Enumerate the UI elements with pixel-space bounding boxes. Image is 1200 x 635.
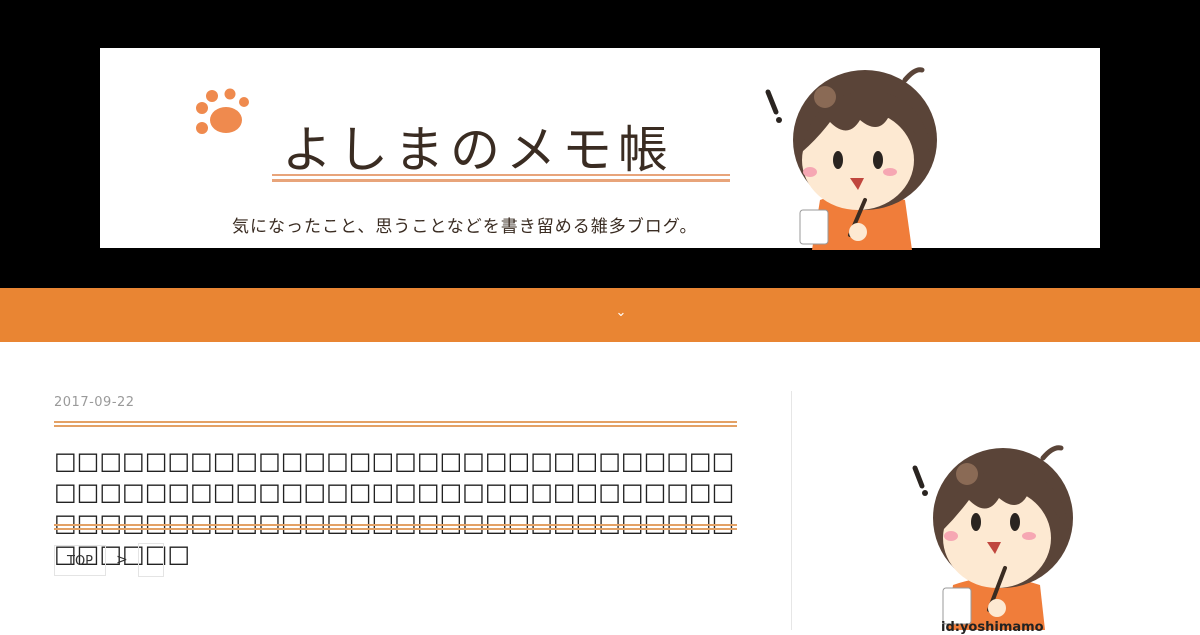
paw-icon	[196, 88, 249, 134]
title-underline	[272, 174, 730, 182]
profile-avatar[interactable]	[905, 440, 1085, 630]
title-rule-bottom	[54, 524, 737, 530]
post-date[interactable]: 2017-09-22	[54, 395, 135, 410]
blog-tagline: 気になったこと、思うことなどを書き留める雑多ブログ。	[232, 217, 698, 237]
profile-id[interactable]: id:yoshimamo	[941, 620, 1044, 635]
chevron-down-icon[interactable]: ⌄	[610, 302, 632, 324]
title-rule-top	[54, 421, 737, 427]
breadcrumb-current[interactable]	[137, 543, 164, 577]
mascot-illustration	[765, 67, 937, 250]
breadcrumb-separator: >	[116, 552, 128, 568]
sidebar-divider	[791, 391, 792, 630]
breadcrumb: TOP >	[54, 543, 164, 577]
blog-title[interactable]: よしまのメモ帳	[282, 110, 674, 182]
global-nav-bar	[0, 288, 1200, 342]
breadcrumb-top-link[interactable]: TOP	[54, 544, 107, 576]
